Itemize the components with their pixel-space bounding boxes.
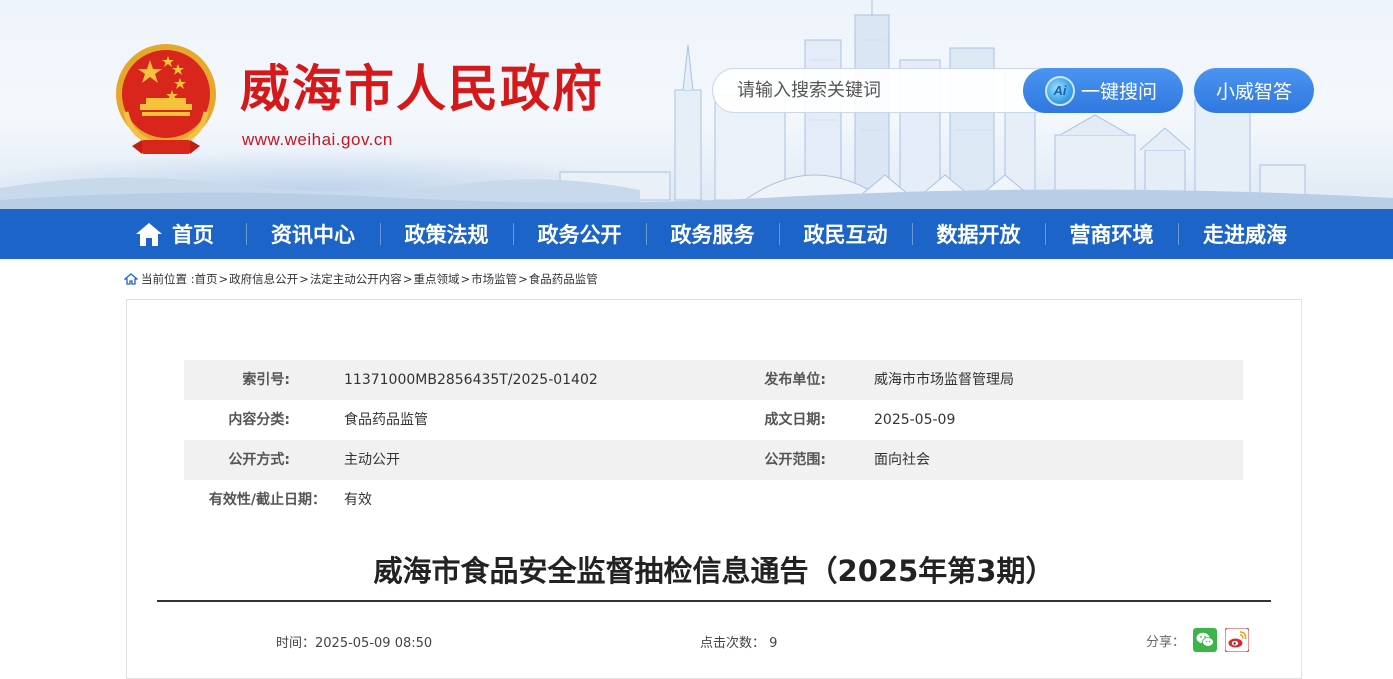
validity-label: 有效性/截止日期： — [208, 492, 326, 508]
title-divider — [157, 600, 1271, 602]
weibo-icon[interactable] — [1225, 628, 1250, 652]
category-label: 内容分类: — [228, 412, 290, 428]
breadcrumb-link[interactable]: 食品药品监管 — [529, 271, 598, 287]
publish-time: 时间：2025-05-09 08:50 — [276, 632, 432, 651]
index-value: 11371000MB2856435T/2025-01402 — [344, 372, 598, 388]
info-row: 公开方式: 主动公开 公开范围: 面向社会 — [184, 440, 1243, 480]
article-title: 威海市食品安全监督抽检信息通告（2025年第3期） — [373, 554, 1055, 588]
breadcrumb-link[interactable]: 市场监管 — [471, 271, 517, 287]
home-icon — [136, 223, 162, 246]
click-count: 点击次数： 9 — [700, 632, 777, 651]
nav-item-policy[interactable]: 政策法规 — [380, 209, 513, 259]
breadcrumb-link[interactable]: 政府信息公开 — [229, 271, 298, 287]
site-title: 威海市人民政府 — [240, 59, 604, 118]
clicks-label: 点击次数： — [700, 636, 766, 651]
assistant-button[interactable]: 小威智答 — [1194, 68, 1314, 113]
validity-value: 有效 — [344, 492, 372, 508]
site-url: www.weihai.gov.cn — [242, 130, 393, 149]
ai-search-button[interactable]: Ai 一键搜问 — [1023, 68, 1183, 113]
nav-item-home[interactable]: 首页 — [118, 209, 230, 259]
method-value: 主动公开 — [344, 452, 400, 468]
breadcrumb: 当前位置 : 首页 > 政府信息公开 > 法定主动公开内容 > 重点领域 > 市场监管 >… — [124, 270, 598, 288]
wechat-icon[interactable] — [1193, 628, 1218, 652]
publisher-label: 发布单位: — [764, 372, 826, 388]
main-nav: 首页 资讯中心 政策法规 政务公开 政务服务 政民互动 数据开放 营商环境 走进… — [0, 209, 1393, 259]
nav-item-business-environment[interactable]: 营商环境 — [1045, 209, 1178, 259]
site-header: 威海市人民政府 www.weihai.gov.cn — [0, 0, 1393, 209]
nav-item-services[interactable]: 政务服务 — [646, 209, 779, 259]
breadcrumb-link[interactable]: 首页 — [195, 271, 218, 287]
national-emblem-icon — [116, 44, 216, 154]
date-label: 成文日期: — [764, 412, 826, 428]
publisher-value: 威海市市场监督管理局 — [874, 372, 1014, 388]
method-label: 公开方式: — [228, 452, 290, 468]
ai-search-label: 一键搜问 — [1081, 81, 1158, 103]
time-label: 时间： — [276, 636, 316, 651]
nav-item-news[interactable]: 资讯中心 — [246, 209, 380, 259]
home-icon — [124, 273, 138, 285]
breadcrumb-prefix: 当前位置 : — [141, 272, 195, 286]
index-label: 索引号: — [242, 372, 290, 388]
scope-value: 面向社会 — [874, 452, 930, 468]
info-row: 有效性/截止日期： 有效 — [184, 480, 1243, 520]
breadcrumb-link[interactable]: 重点领域 — [413, 271, 459, 287]
breadcrumb-link[interactable]: 法定主动公开内容 — [310, 271, 402, 287]
share-bar: 分享： — [1146, 627, 1250, 653]
clicks-value: 9 — [769, 636, 778, 651]
nav-item-label: 首页 — [172, 223, 214, 247]
nav-item-open-data[interactable]: 数据开放 — [912, 209, 1045, 259]
hills-decoration — [0, 177, 1393, 209]
date-value: 2025-05-09 — [874, 412, 956, 428]
share-label: 分享： — [1146, 634, 1186, 650]
document-info-table: 索引号: 11371000MB2856435T/2025-01402 发布单位:… — [184, 360, 1243, 520]
info-row: 索引号: 11371000MB2856435T/2025-01402 发布单位:… — [184, 360, 1243, 400]
nav-item-about-weihai[interactable]: 走进威海 — [1178, 209, 1312, 259]
search-input[interactable] — [737, 69, 1017, 112]
info-row: 内容分类: 食品药品监管 成文日期: 2025-05-09 — [184, 400, 1243, 440]
nav-item-open-government[interactable]: 政务公开 — [513, 209, 646, 259]
scope-label: 公开范围: — [764, 452, 826, 468]
time-value: 2025-05-09 08:50 — [315, 636, 433, 651]
nav-item-interaction[interactable]: 政民互动 — [779, 209, 912, 259]
ai-icon: Ai — [1045, 75, 1075, 106]
category-value: 食品药品监管 — [344, 412, 428, 428]
